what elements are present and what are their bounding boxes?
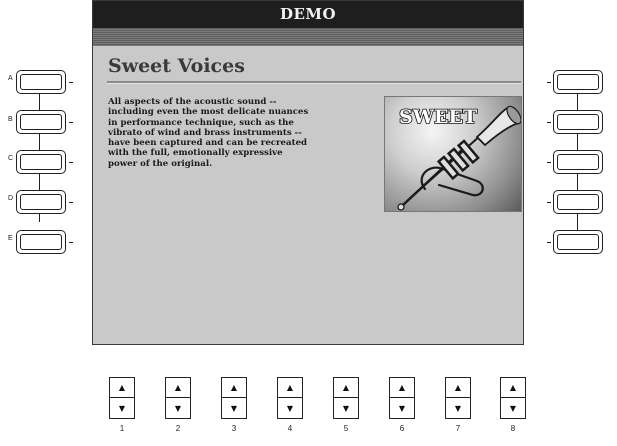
down-arrow-icon[interactable]: ▼	[278, 398, 302, 418]
up-arrow-icon[interactable]: ▲	[390, 378, 414, 398]
right-tick-3	[547, 162, 551, 163]
up-arrow-icon[interactable]: ▲	[222, 378, 246, 398]
bottom-button-number: 1	[119, 424, 125, 433]
left-label-a: A	[8, 75, 13, 82]
content-title: Sweet Voices	[108, 55, 245, 77]
image-caption: SWEET	[399, 106, 477, 128]
left-tick-e	[69, 242, 73, 243]
left-tick-a	[69, 82, 73, 83]
left-tick-d	[69, 202, 73, 203]
trumpet-image: SWEET	[384, 96, 522, 212]
right-tick-1	[547, 82, 551, 83]
down-arrow-icon[interactable]: ▼	[222, 398, 246, 418]
screen-title: DEMO	[93, 1, 523, 28]
right-button-4[interactable]	[553, 190, 603, 214]
right-button-3[interactable]	[553, 150, 603, 174]
left-button-c[interactable]	[16, 150, 66, 174]
right-tick-5	[547, 242, 551, 243]
title-band	[93, 28, 523, 46]
left-button-a[interactable]	[16, 70, 66, 94]
right-button-2[interactable]	[553, 110, 603, 134]
bottom-button-8[interactable]: ▲ ▼	[500, 377, 526, 419]
description-text: All aspects of the acoustic sound -- inc…	[108, 97, 309, 169]
left-button-b[interactable]	[16, 110, 66, 134]
right-button-5[interactable]	[553, 230, 603, 254]
bottom-button-6[interactable]: ▲ ▼	[389, 377, 415, 419]
left-button-e[interactable]	[16, 230, 66, 254]
up-arrow-icon[interactable]: ▲	[501, 378, 525, 398]
right-button-1[interactable]	[553, 70, 603, 94]
up-arrow-icon[interactable]: ▲	[110, 378, 134, 398]
bottom-button-number: 5	[343, 424, 349, 433]
left-button-d[interactable]	[16, 190, 66, 214]
down-arrow-icon[interactable]: ▼	[334, 398, 358, 418]
bottom-button-number: 4	[287, 424, 293, 433]
bottom-button-2[interactable]: ▲ ▼	[165, 377, 191, 419]
bottom-button-number: 3	[231, 424, 237, 433]
lcd-screen: DEMO Sweet Voices All aspects of the aco…	[92, 0, 524, 345]
down-arrow-icon[interactable]: ▼	[390, 398, 414, 418]
up-arrow-icon[interactable]: ▲	[166, 378, 190, 398]
bottom-button-number: 2	[175, 424, 181, 433]
down-arrow-icon[interactable]: ▼	[501, 398, 525, 418]
right-tick-4	[547, 202, 551, 203]
bottom-button-7[interactable]: ▲ ▼	[445, 377, 471, 419]
bottom-button-5[interactable]: ▲ ▼	[333, 377, 359, 419]
bottom-button-number: 7	[455, 424, 461, 433]
left-label-b: B	[8, 116, 13, 123]
left-tick-b	[69, 122, 73, 123]
up-arrow-icon[interactable]: ▲	[334, 378, 358, 398]
bottom-button-3[interactable]: ▲ ▼	[221, 377, 247, 419]
down-arrow-icon[interactable]: ▼	[166, 398, 190, 418]
left-label-c: C	[8, 155, 14, 162]
left-label-d: D	[8, 195, 14, 202]
trumpet-icon: SWEET	[397, 105, 521, 211]
bottom-button-number: 6	[399, 424, 405, 433]
up-arrow-icon[interactable]: ▲	[278, 378, 302, 398]
bottom-button-1[interactable]: ▲ ▼	[109, 377, 135, 419]
right-tick-2	[547, 122, 551, 123]
left-tick-c	[69, 162, 73, 163]
up-arrow-icon[interactable]: ▲	[446, 378, 470, 398]
bottom-button-number: 8	[510, 424, 516, 433]
title-divider	[107, 81, 521, 84]
left-label-e: E	[8, 235, 13, 242]
down-arrow-icon[interactable]: ▼	[110, 398, 134, 418]
bottom-button-4[interactable]: ▲ ▼	[277, 377, 303, 419]
down-arrow-icon[interactable]: ▼	[446, 398, 470, 418]
